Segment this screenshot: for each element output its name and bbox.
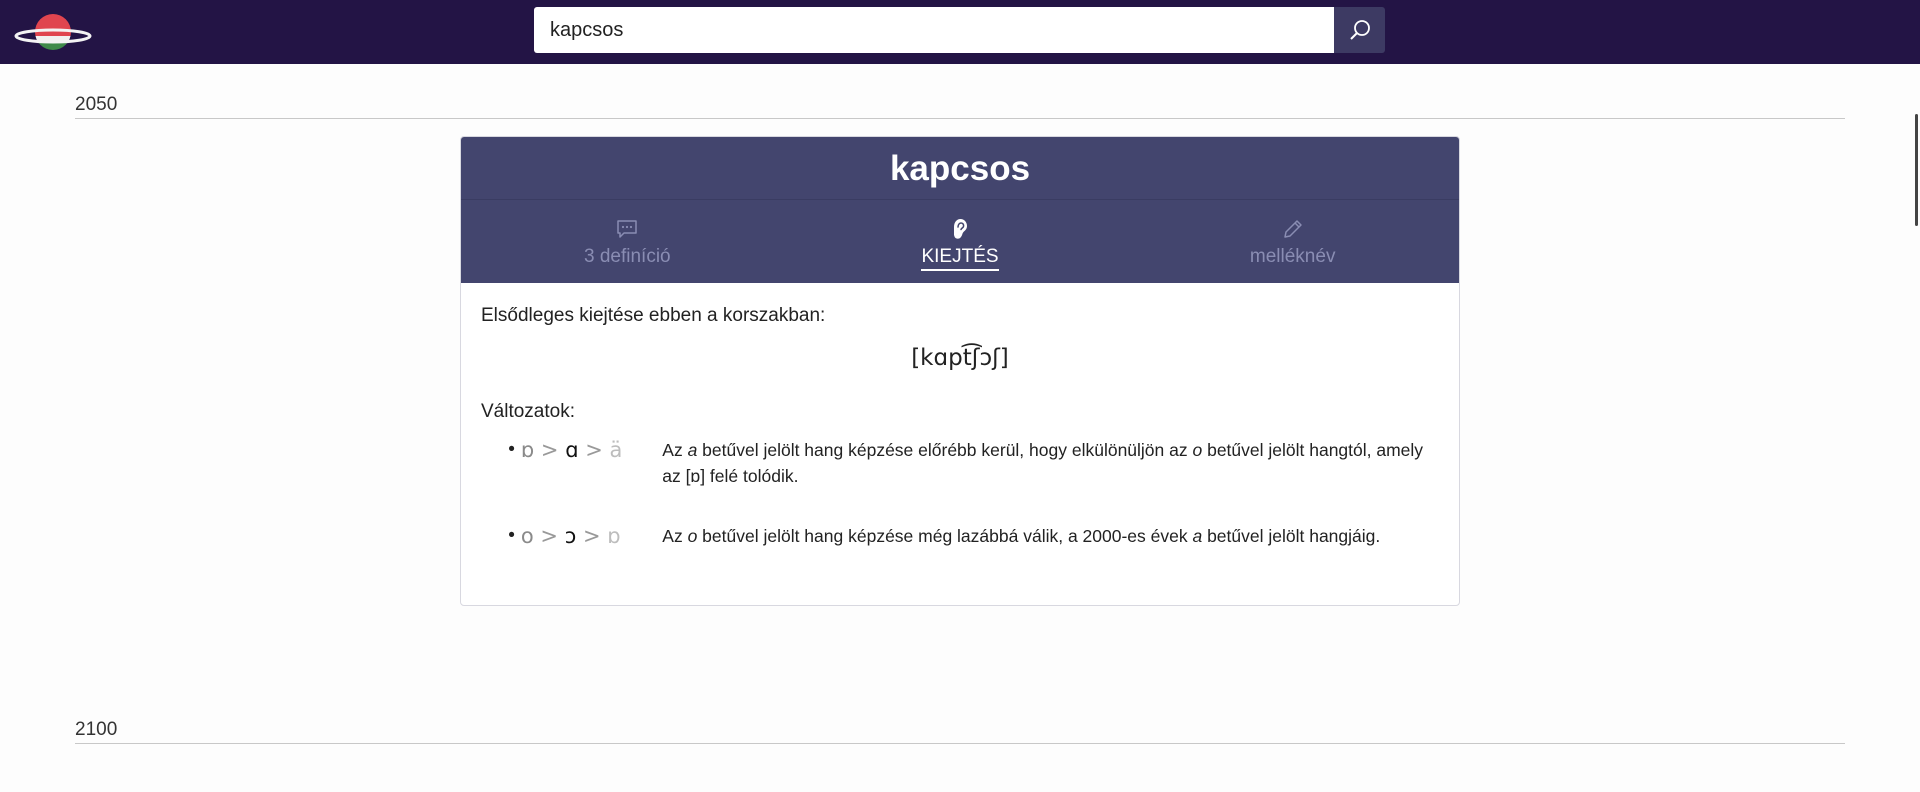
desc-letter: o: [1192, 440, 1203, 460]
variant-item: • o > ɔ > ɒ Az o betűvel jelölt hang kép…: [481, 523, 1439, 549]
previous-sound: o: [520, 524, 534, 548]
tab-part-of-speech[interactable]: melléknév: [1126, 200, 1459, 283]
search-input[interactable]: [534, 7, 1334, 53]
year-heading: 2100: [75, 719, 1845, 744]
tab-label: 3 definíció: [584, 246, 671, 267]
search-button[interactable]: [1334, 7, 1385, 53]
search-bar: [534, 7, 1385, 53]
tab-definitions[interactable]: 3 definíció: [461, 200, 794, 283]
arrow: >: [585, 438, 603, 462]
desc-letter: a: [1192, 526, 1203, 546]
tab-pronunciation[interactable]: KIEJTÉS: [794, 200, 1127, 283]
tab-label: KIEJTÉS: [921, 246, 999, 271]
bullet: •: [508, 439, 515, 460]
pronunciation-intro: Elsődleges kiejtése ebben a korszakban:: [481, 305, 826, 326]
bullet: •: [508, 525, 515, 546]
variant-item: • ɒ > ɑ > ä Az a betűvel jelölt hang kép…: [481, 437, 1439, 489]
entry-card: kapcsos 3 definíció KIEJTÉS melléknév El…: [460, 136, 1460, 606]
speech-bubble-icon: [617, 220, 638, 238]
entry-header: kapcsos 3 definíció KIEJTÉS melléknév: [461, 137, 1459, 283]
pronunciation-panel: Elsődleges kiejtése ebben a korszakban: …: [461, 283, 1459, 571]
variant-description: Az o betűvel jelölt hang képzése még laz…: [662, 523, 1439, 549]
tab-label: melléknév: [1249, 246, 1336, 267]
desc-text: Az: [662, 526, 688, 546]
desc-text: betűvel jelölt hang képzése még lazábbá …: [697, 526, 1193, 546]
previous-sound: ɒ: [520, 438, 535, 462]
planet-logo-icon[interactable]: [14, 12, 92, 52]
arrow: >: [540, 524, 559, 548]
pencil-icon: [1283, 220, 1302, 238]
current-sound: ɔ: [564, 524, 577, 548]
arrow: >: [582, 524, 601, 548]
sound-change-chain: ɒ > ɑ > ä: [521, 437, 662, 489]
sound-change-chain: o > ɔ > ɒ: [521, 523, 662, 549]
desc-text: betűvel jelölt hangjáig.: [1202, 526, 1381, 546]
primary-ipa: [kɑpt͡ʃɔʃ]: [911, 345, 1009, 371]
variant-description: Az a betűvel jelölt hang képzése előrébb…: [662, 437, 1439, 489]
scrollbar-thumb[interactable]: [1915, 114, 1918, 226]
arrow: >: [540, 438, 559, 462]
desc-text: betűvel jelölt hang képzése előrébb kerü…: [697, 440, 1193, 460]
next-sound: ä: [609, 438, 623, 462]
entry-tabs: 3 definíció KIEJTÉS melléknév: [461, 200, 1459, 283]
year-heading: 2050: [75, 94, 1845, 119]
entry-title: kapcsos: [461, 137, 1459, 200]
top-bar: [0, 0, 1920, 64]
ear-icon: [954, 219, 967, 239]
desc-letter: a: [687, 440, 698, 460]
desc-letter: o: [687, 526, 698, 546]
current-sound: ɑ: [565, 438, 579, 462]
next-sound: ɒ: [607, 524, 621, 548]
variants-heading: Változatok:: [481, 401, 575, 422]
search-icon: [1349, 20, 1370, 40]
desc-text: Az: [662, 440, 688, 460]
